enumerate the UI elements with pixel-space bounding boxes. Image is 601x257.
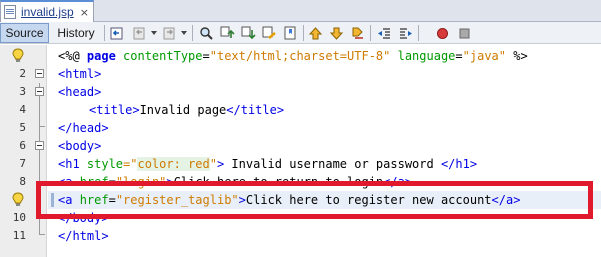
- toolbar-separator: [370, 25, 371, 41]
- fold-toggle-icon[interactable]: [35, 87, 44, 96]
- line-number: 3: [19, 85, 26, 98]
- shift-left-icon[interactable]: [376, 25, 393, 41]
- toolbar-separator: [192, 25, 193, 41]
- code-line: 2 <html>: [0, 65, 601, 83]
- code-line: 4 <title>Invalid page</title>: [0, 101, 601, 119]
- shift-right-icon[interactable]: [397, 25, 414, 41]
- next-bookmark-icon[interactable]: [328, 25, 345, 41]
- jsp-file-icon: [4, 5, 16, 19]
- code-text: <body>: [58, 139, 102, 153]
- code-text: <h1 style="color: red"> Invalid username…: [58, 157, 478, 171]
- code-text: <head>: [58, 85, 102, 99]
- fold-toggle-icon[interactable]: [35, 141, 44, 150]
- line-number: 2: [19, 67, 26, 80]
- code-line: <%@ page contentType="text/html;charset=…: [0, 47, 601, 65]
- highlight-annotation-box: [36, 181, 593, 219]
- toggle-bookmark-icon[interactable]: [282, 25, 299, 41]
- line-number: 5: [19, 121, 26, 134]
- history-view-button[interactable]: History: [52, 23, 100, 43]
- last-edit-icon[interactable]: [109, 25, 126, 41]
- tab-invalid-jsp[interactable]: invalid.jsp ×: [0, 0, 94, 22]
- code-text: <html>: [58, 67, 102, 81]
- toolbar-separator: [303, 25, 304, 41]
- code-text: <%@ page contentType="text/html;charset=…: [58, 49, 528, 63]
- editor-toolbar: Source History: [0, 22, 601, 44]
- find-previous-icon[interactable]: [219, 25, 236, 41]
- fold-toggle-icon[interactable]: [35, 69, 44, 78]
- code-line: 5 </head>: [0, 119, 601, 137]
- toolbar-separator: [104, 25, 105, 41]
- line-number: 7: [19, 157, 26, 170]
- code-line: 11 </html>: [0, 227, 601, 245]
- line-number: 11: [12, 229, 26, 242]
- stop-macro-icon[interactable]: [456, 25, 473, 41]
- close-icon[interactable]: ×: [80, 7, 89, 18]
- code-line: 6 <body>: [0, 137, 601, 155]
- toggle-highlight-icon[interactable]: [349, 25, 366, 41]
- code-text: <title>Invalid page</title>: [89, 103, 285, 117]
- highlight-search-icon[interactable]: [261, 25, 278, 41]
- toolbar-separator: [418, 25, 419, 41]
- code-editor[interactable]: <%@ page contentType="text/html;charset=…: [0, 45, 601, 257]
- code-text: </html>: [58, 229, 109, 243]
- editor-tab-strip: invalid.jsp ×: [0, 0, 601, 22]
- find-icon[interactable]: [198, 25, 215, 41]
- code-line: 7 <h1 style="color: red"> Invalid userna…: [0, 155, 601, 173]
- line-number: 6: [19, 139, 26, 152]
- source-view-button[interactable]: Source: [0, 23, 49, 43]
- line-number: 8: [19, 175, 26, 188]
- line-number: 4: [19, 103, 26, 116]
- forward-dropdown-icon[interactable]: [181, 31, 187, 35]
- find-next-icon[interactable]: [240, 25, 257, 41]
- forward-icon[interactable]: [161, 25, 178, 41]
- back-dropdown-icon[interactable]: [151, 31, 157, 35]
- start-macro-icon[interactable]: [434, 25, 451, 41]
- line-number: 10: [12, 211, 26, 224]
- tab-label: invalid.jsp: [21, 5, 74, 19]
- code-line: 3 <head>: [0, 83, 601, 101]
- back-icon[interactable]: [131, 25, 148, 41]
- code-text: </head>: [58, 121, 109, 135]
- previous-bookmark-icon[interactable]: [307, 25, 324, 41]
